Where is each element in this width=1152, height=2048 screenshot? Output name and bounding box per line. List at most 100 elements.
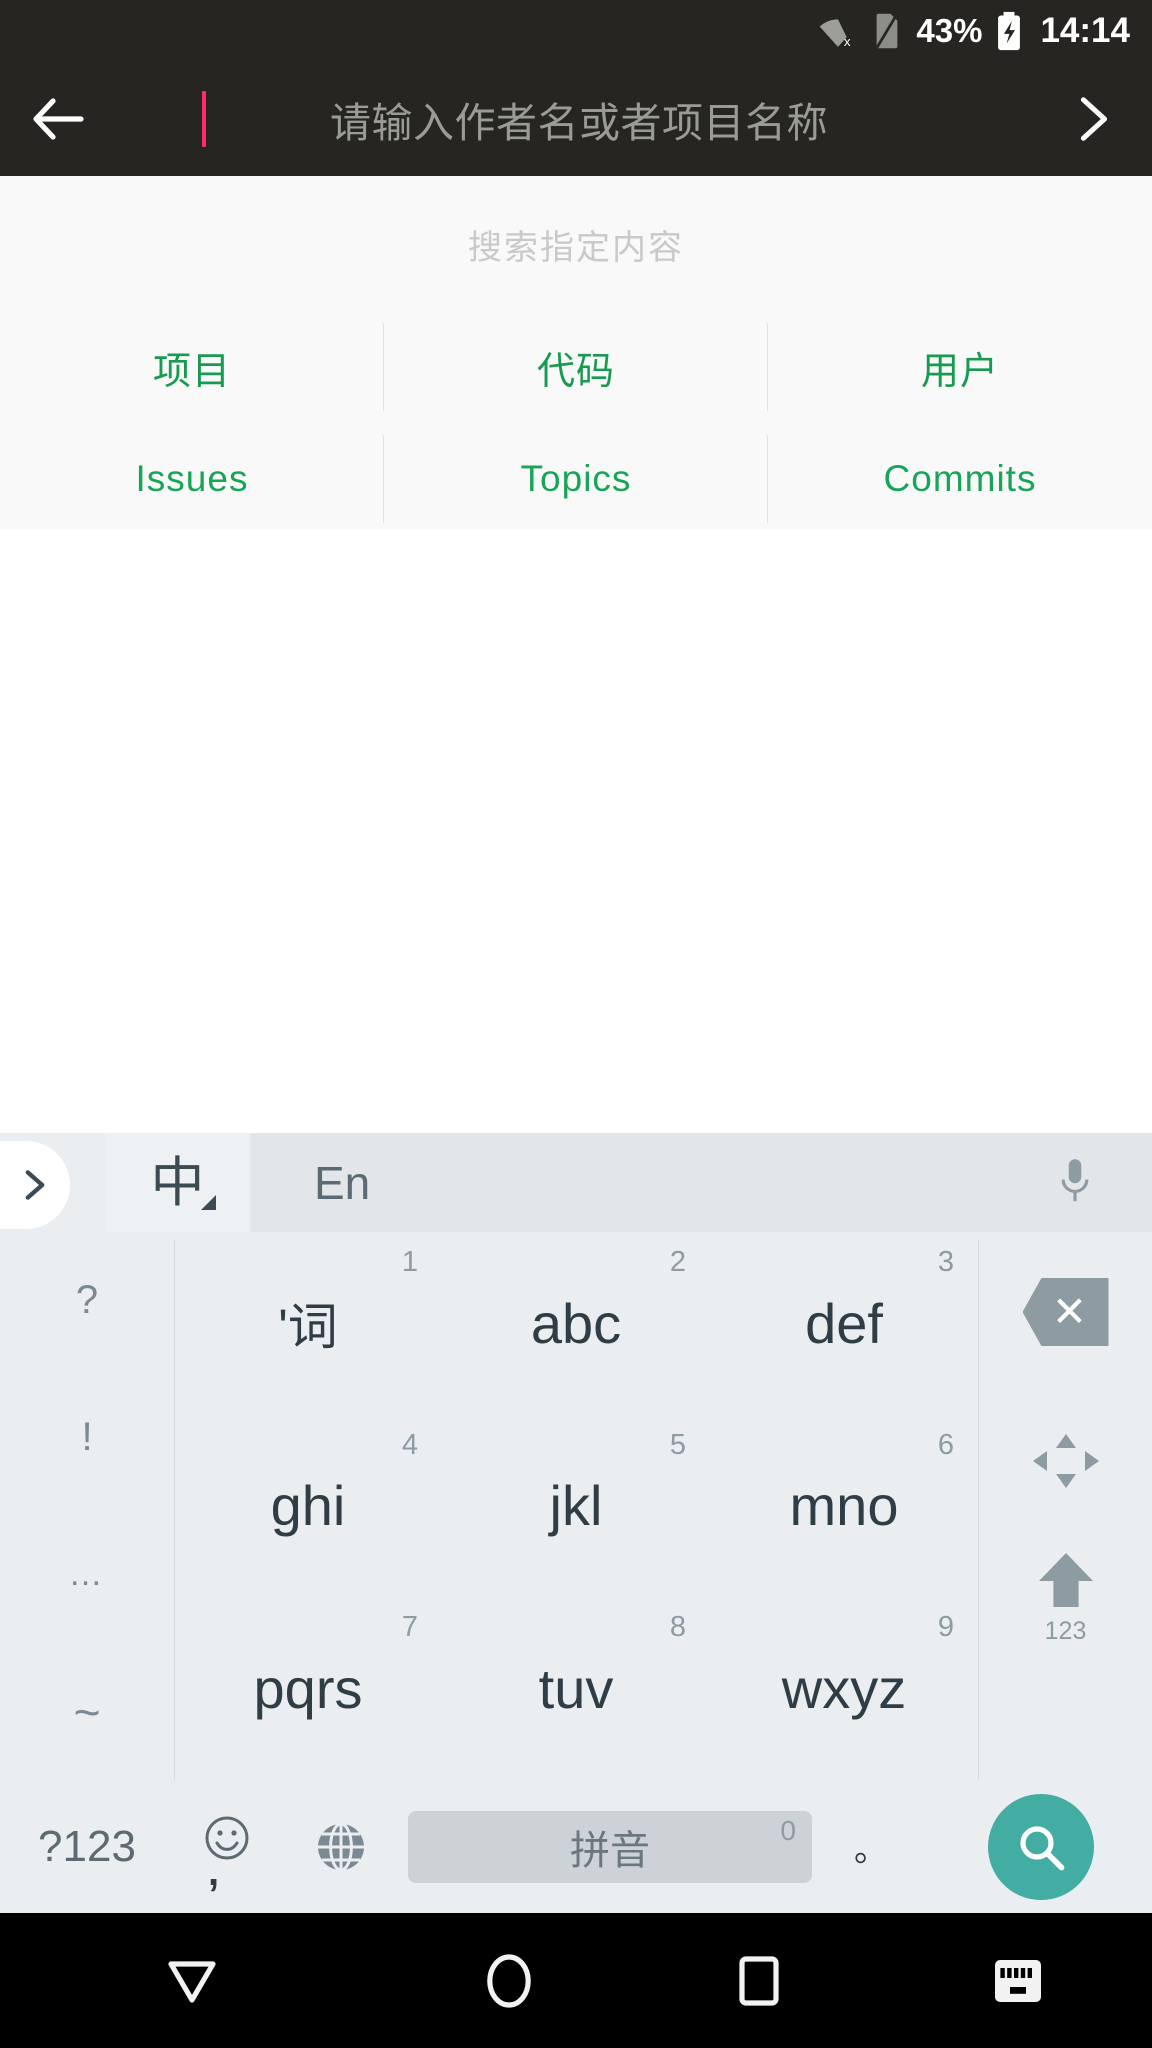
- ime-key-area: ? ! … ~ 1 '词 2 abc 3 def 4 ghi 5 jkl 6 m…: [0, 1232, 1152, 1913]
- magnifier-icon: [1020, 1825, 1065, 1870]
- comma-label: ,: [208, 1850, 220, 1894]
- backspace-glyph: ✕: [1051, 1288, 1088, 1335]
- key-tuv-8[interactable]: 8 tuv: [442, 1597, 710, 1780]
- symbol-column: ? ! … ~: [0, 1232, 174, 1780]
- chevron-right-icon: [1080, 97, 1108, 141]
- key-label: abc: [530, 1291, 622, 1355]
- link-users-label: 用户: [920, 350, 999, 393]
- backspace-icon: ✕: [1022, 1278, 1109, 1346]
- key-label: '词: [278, 1299, 338, 1356]
- spacebar-zero-label: 0: [780, 1814, 796, 1846]
- wifi-off-icon: x: [818, 14, 858, 48]
- nav-recents-button[interactable]: [634, 1913, 884, 2048]
- hide-keyboard-icon: [995, 1959, 1041, 2002]
- key-tilde[interactable]: ~: [0, 1643, 174, 1780]
- key-label: mno: [789, 1474, 899, 1538]
- language-tab-english-label: En: [314, 1156, 371, 1209]
- toolbar-expand-button[interactable]: [0, 1133, 105, 1232]
- phone-screen: x 43% 14:14 请输入作者名或者项目名称 搜索指定内容 项目 代码 用户…: [0, 0, 1152, 2048]
- nav-back-triangle-icon: [168, 1960, 216, 2003]
- key-label: ghi: [270, 1474, 346, 1538]
- key-number: 7: [401, 1611, 418, 1644]
- link-commits-label: Commits: [883, 458, 1037, 499]
- link-code[interactable]: 代码: [384, 311, 768, 423]
- key-number: 4: [401, 1428, 418, 1461]
- key-number: 9: [937, 1611, 954, 1644]
- key-number: 6: [937, 1428, 954, 1461]
- arrow-up-icon: [1038, 1553, 1093, 1607]
- text-cursor: [202, 91, 206, 147]
- globe-language-icon: [318, 1822, 364, 1871]
- link-repositories[interactable]: 项目: [0, 311, 384, 423]
- language-tab-chinese[interactable]: 中: [105, 1133, 250, 1232]
- nav-home-circle-icon: [487, 1953, 531, 2008]
- spacebar[interactable]: 拼音 0: [402, 1780, 812, 1913]
- chevron-right-icon: [25, 1169, 45, 1200]
- status-bar: x 43% 14:14: [0, 0, 1152, 62]
- nav-home-button[interactable]: [384, 1913, 634, 2048]
- link-repositories-label: 项目: [152, 350, 231, 393]
- key-number: 2: [669, 1246, 686, 1278]
- period-key[interactable]: 。: [812, 1780, 930, 1913]
- key-number: 1: [401, 1246, 418, 1278]
- key-pqrs-7[interactable]: 7 pqrs: [174, 1597, 442, 1780]
- navigation-bar: [0, 1913, 1152, 2048]
- key-word-1[interactable]: 1 '词: [174, 1232, 442, 1415]
- search-scope-panel: 搜索指定内容 项目 代码 用户 Issues Topics Commits: [0, 176, 1152, 529]
- ime-keyboard: 中 En ? ! … ~ 1 '词 2 abc 3 def 4 ghi 5 jk…: [0, 1133, 1152, 1913]
- key-mno-6[interactable]: 6 mno: [710, 1415, 978, 1598]
- microphone-icon: [1061, 1158, 1089, 1201]
- key-question-mark[interactable]: ?: [0, 1232, 174, 1369]
- backspace-button[interactable]: ✕: [979, 1232, 1152, 1392]
- key-exclamation-mark[interactable]: !: [0, 1369, 174, 1506]
- language-tab-chinese-label: 中: [150, 1152, 205, 1213]
- key-label: def: [805, 1291, 883, 1355]
- search-key[interactable]: [930, 1780, 1152, 1913]
- content-area: [0, 529, 1152, 1133]
- scope-row-2: Issues Topics Commits: [0, 423, 1152, 535]
- battery-percent-label: 43%: [916, 12, 983, 49]
- key-ellipsis[interactable]: …: [0, 1506, 174, 1643]
- t9-key-grid: 1 '词 2 abc 3 def 4 ghi 5 jkl 6 mno 7 pqr…: [174, 1232, 978, 1780]
- key-abc-2[interactable]: 2 abc: [442, 1232, 710, 1415]
- spacebar-label: 拼音: [570, 1828, 650, 1873]
- link-commits[interactable]: Commits: [768, 423, 1152, 535]
- link-issues[interactable]: Issues: [0, 423, 384, 535]
- link-topics[interactable]: Topics: [384, 423, 768, 535]
- link-code-label: 代码: [536, 350, 615, 393]
- shift-sublabel: 123: [1044, 1617, 1087, 1645]
- key-number: 8: [669, 1611, 686, 1644]
- ime-toolbar: 中 En: [0, 1133, 1152, 1232]
- language-switch-button[interactable]: [280, 1780, 402, 1913]
- language-tab-english[interactable]: En: [250, 1133, 1152, 1232]
- emoji-button[interactable]: ,: [174, 1780, 280, 1913]
- battery-charging-icon: [996, 11, 1022, 51]
- search-placeholder: 请输入作者名或者项目名称: [330, 100, 828, 146]
- key-ghi-4[interactable]: 4 ghi: [174, 1415, 442, 1598]
- scope-row-1: 项目 代码 用户: [0, 311, 1152, 423]
- link-users[interactable]: 用户: [768, 311, 1152, 423]
- key-number: 3: [937, 1246, 954, 1278]
- scope-link-grid: 项目 代码 用户 Issues Topics Commits: [0, 311, 1152, 535]
- key-label: jkl: [549, 1474, 603, 1538]
- cursor-pad-button[interactable]: [979, 1392, 1152, 1529]
- hide-keyboard-button[interactable]: [884, 1913, 1152, 2048]
- panel-title: 搜索指定内容: [468, 229, 684, 267]
- dropdown-triangle-icon: [201, 1195, 216, 1210]
- voice-input-button[interactable]: [1058, 1156, 1092, 1209]
- shift-numbers-button[interactable]: 123: [979, 1529, 1152, 1666]
- link-topics-label: Topics: [520, 458, 632, 499]
- key-jkl-5[interactable]: 5 jkl: [442, 1415, 710, 1598]
- submit-search-button[interactable]: [1034, 62, 1152, 176]
- key-def-3[interactable]: 3 def: [710, 1232, 978, 1415]
- nav-recents-square-icon: [739, 1955, 779, 2006]
- search-input[interactable]: 请输入作者名或者项目名称: [118, 62, 1034, 176]
- key-wxyz-9[interactable]: 9 wxyz: [710, 1597, 978, 1780]
- nav-back-button[interactable]: [0, 1913, 384, 2048]
- symbols-mode-button[interactable]: ?123: [0, 1780, 174, 1913]
- arrow-left-icon: [33, 98, 84, 140]
- link-issues-label: Issues: [135, 458, 249, 499]
- back-button[interactable]: [0, 62, 118, 176]
- sim-card-missing-icon: [872, 12, 902, 50]
- key-label: tuv: [538, 1657, 614, 1721]
